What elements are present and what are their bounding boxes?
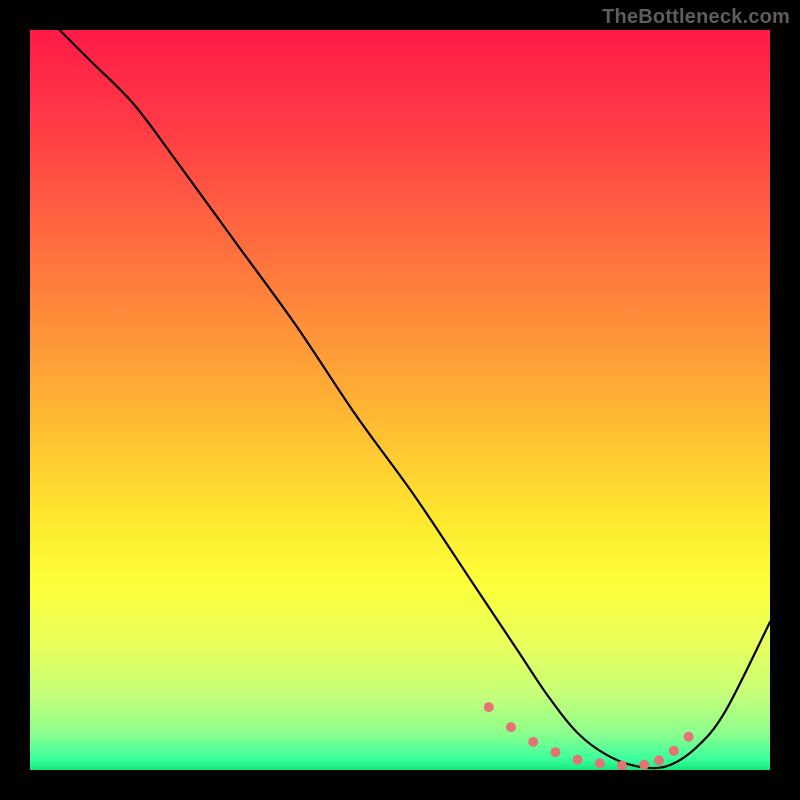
highlight-dots [484, 702, 694, 770]
chart-frame: TheBottleneck.com [0, 0, 800, 800]
highlight-dot [654, 755, 664, 765]
highlight-dot [669, 746, 679, 756]
highlight-dot [550, 747, 560, 757]
highlight-dot [573, 755, 583, 765]
bottleneck-curve [60, 30, 770, 768]
highlight-dot [528, 737, 538, 747]
highlight-dot [506, 722, 516, 732]
highlight-dot [684, 732, 694, 742]
highlight-dot [595, 758, 605, 768]
attribution-text: TheBottleneck.com [602, 6, 790, 29]
highlight-dot [617, 761, 627, 770]
plot-area [30, 30, 770, 770]
highlight-dot [639, 760, 649, 770]
highlight-dot [484, 702, 494, 712]
curve-layer [30, 30, 770, 770]
